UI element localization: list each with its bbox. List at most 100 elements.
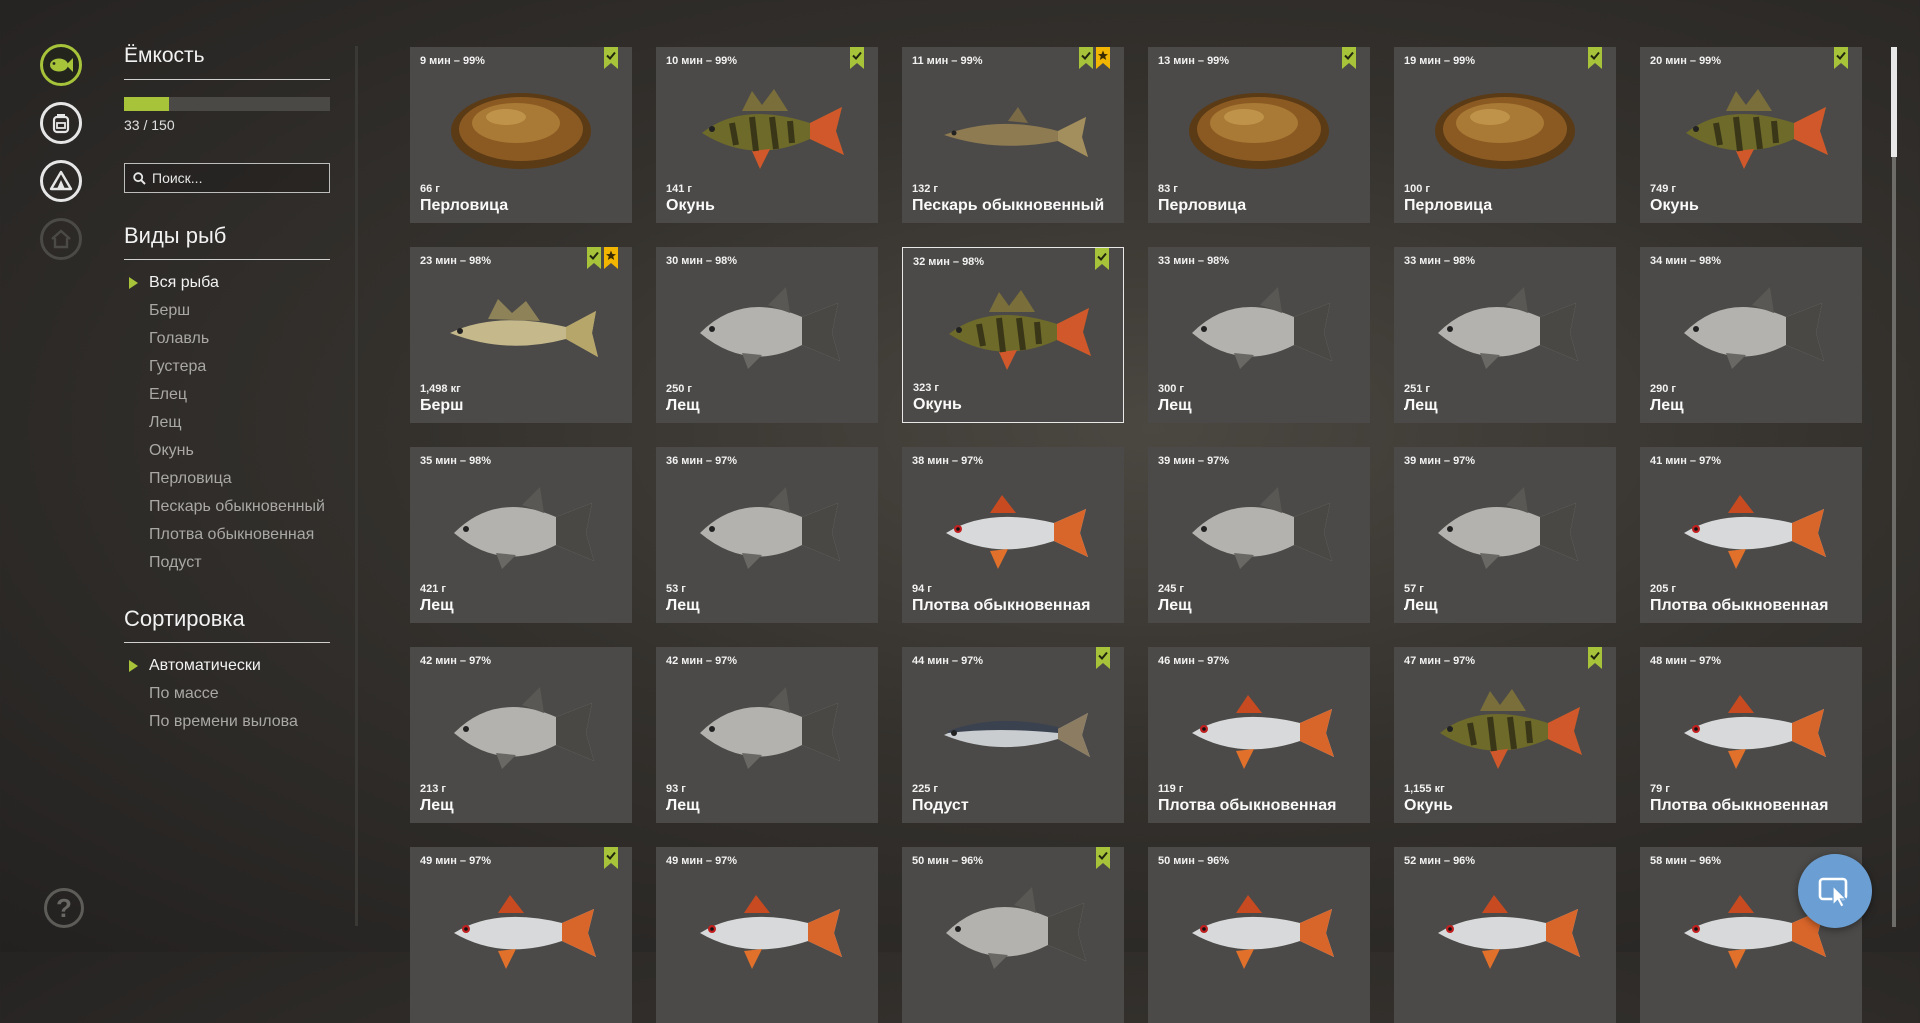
checkmark-badge-icon bbox=[1342, 47, 1356, 69]
fish-name: Плотва обыкновенная bbox=[1158, 797, 1337, 814]
fish-card[interactable]: 19 мин – 99% 100 г Перловица bbox=[1394, 47, 1616, 223]
species-filter-item[interactable]: Елец bbox=[124, 386, 330, 404]
camp-button[interactable] bbox=[40, 160, 82, 202]
checkmark-badge-icon bbox=[604, 47, 618, 69]
species-filter-item[interactable]: Окунь bbox=[124, 442, 330, 460]
bream-image bbox=[700, 287, 840, 369]
help-button[interactable]: ? bbox=[44, 888, 84, 928]
sort-option-item[interactable]: По массе bbox=[124, 685, 330, 703]
fish-badges bbox=[1588, 47, 1602, 69]
fish-weight: 132 г bbox=[912, 183, 938, 195]
catch-time-label: 39 мин – 97% bbox=[1158, 455, 1230, 467]
species-filter-item[interactable]: Берш bbox=[124, 302, 330, 320]
fish-card[interactable]: 44 мин – 97% 225 г Подуст bbox=[902, 647, 1124, 823]
fish-card[interactable]: 33 мин – 98% 300 г Лещ bbox=[1148, 247, 1370, 423]
fish-weight: 251 г bbox=[1404, 383, 1430, 395]
bream-image bbox=[1438, 287, 1578, 369]
scrollbar-thumb[interactable] bbox=[1891, 47, 1897, 157]
fish-card[interactable]: 48 мин – 97% 79 г Плотва обыкновенная bbox=[1640, 647, 1862, 823]
catch-time-label: 39 мин – 97% bbox=[1404, 455, 1476, 467]
bream-image bbox=[946, 887, 1086, 969]
question-icon: ? bbox=[56, 892, 72, 923]
fish-name: Лещ bbox=[1158, 397, 1192, 414]
species-filter-item[interactable]: Лещ bbox=[124, 414, 330, 432]
fish-mode-button[interactable] bbox=[40, 44, 82, 86]
fish-card[interactable]: 32 мин – 98% 323 г Окунь bbox=[902, 247, 1124, 423]
fish-card[interactable]: 23 мин – 98% 1,498 кг Берш bbox=[410, 247, 632, 423]
species-filter-item[interactable]: Вся рыба bbox=[124, 274, 330, 292]
species-filter-item[interactable]: Подуст bbox=[124, 554, 330, 572]
sorting-section-title: Сортировка bbox=[124, 606, 330, 643]
trophy-star-badge-icon bbox=[604, 247, 618, 269]
fish-card[interactable]: 41 мин – 97% 205 г Плотва обыкновенная bbox=[1640, 447, 1862, 623]
fish-card[interactable]: 42 мин – 97% 213 г Лещ bbox=[410, 647, 632, 823]
fish-weight: 245 г bbox=[1158, 583, 1184, 595]
tent-icon bbox=[49, 170, 73, 191]
fish-weight: 205 г bbox=[1650, 583, 1676, 595]
fish-badges bbox=[1588, 647, 1602, 669]
catch-time-label: 32 мин – 98% bbox=[913, 256, 985, 268]
inventory-button[interactable] bbox=[40, 102, 82, 144]
fish-badges bbox=[850, 47, 864, 69]
search-input[interactable] bbox=[152, 170, 312, 186]
fish-icon bbox=[50, 58, 73, 72]
fish-card[interactable]: 39 мин – 97% 57 г Лещ bbox=[1394, 447, 1616, 623]
catch-time-label: 33 мин – 98% bbox=[1404, 255, 1476, 267]
fish-card[interactable]: 46 мин – 97% 119 г Плотва обыкновенная bbox=[1148, 647, 1370, 823]
cursor-mode-button[interactable] bbox=[1798, 854, 1872, 928]
fish-card[interactable]: 50 мин – 96% bbox=[902, 847, 1124, 1023]
checkmark-badge-icon bbox=[604, 847, 618, 869]
sort-option-item[interactable]: Автоматически bbox=[124, 657, 330, 675]
fish-card[interactable]: 52 мин – 96% bbox=[1394, 847, 1616, 1023]
fish-card[interactable]: 38 мин – 97% 94 г Плотва обыкновенная bbox=[902, 447, 1124, 623]
fish-name: Плотва обыкновенная bbox=[1650, 797, 1829, 814]
fish-card[interactable]: 36 мин – 97% 53 г Лещ bbox=[656, 447, 878, 623]
species-filter-item[interactable]: Густера bbox=[124, 358, 330, 376]
fish-name: Лещ bbox=[666, 597, 700, 614]
mussel-image bbox=[1189, 93, 1329, 169]
catch-time-label: 58 мин – 96% bbox=[1650, 855, 1722, 867]
nase-image bbox=[944, 713, 1090, 757]
fish-card[interactable]: 20 мин – 99% 749 г Окунь bbox=[1640, 47, 1862, 223]
catch-time-label: 42 мин – 97% bbox=[666, 655, 738, 667]
grid-scrollbar[interactable] bbox=[1891, 47, 1897, 927]
fish-card[interactable]: 13 мин – 99% 83 г Перловица bbox=[1148, 47, 1370, 223]
fish-card[interactable]: 10 мин – 99% 141 г Окунь bbox=[656, 47, 878, 223]
fish-card[interactable]: 50 мин – 96% bbox=[1148, 847, 1370, 1023]
fish-card[interactable]: 39 мин – 97% 245 г Лещ bbox=[1148, 447, 1370, 623]
perch-image bbox=[1686, 89, 1828, 169]
species-filter-item[interactable]: Голавль bbox=[124, 330, 330, 348]
capacity-count: 33 / 150 bbox=[124, 117, 175, 133]
fish-card[interactable]: 30 мин – 98% 250 г Лещ bbox=[656, 247, 878, 423]
sort-option-item[interactable]: По времени вылова bbox=[124, 713, 330, 731]
fish-card[interactable]: 9 мин – 99% 66 г Перловица bbox=[410, 47, 632, 223]
fish-card[interactable]: 49 мин – 97% bbox=[410, 847, 632, 1023]
checkmark-badge-icon bbox=[1588, 47, 1602, 69]
fish-name: Окунь bbox=[1404, 797, 1453, 814]
fish-name: Лещ bbox=[666, 397, 700, 414]
search-box[interactable] bbox=[124, 163, 330, 193]
fish-badges bbox=[604, 847, 618, 869]
perch-image bbox=[702, 89, 844, 169]
mussel-image bbox=[451, 93, 591, 169]
fish-weight: 83 г bbox=[1158, 183, 1178, 195]
species-filter-item[interactable]: Пескарь обыкновенный bbox=[124, 498, 330, 516]
catch-time-label: 19 мин – 99% bbox=[1404, 55, 1476, 67]
zander-image bbox=[450, 299, 598, 357]
fish-card[interactable]: 49 мин – 97% bbox=[656, 847, 878, 1023]
species-filter-item[interactable]: Плотва обыкновенная bbox=[124, 526, 330, 544]
fish-card[interactable]: 33 мин – 98% 251 г Лещ bbox=[1394, 247, 1616, 423]
fish-weight: 323 г bbox=[913, 382, 939, 394]
filter-panel: Ёмкость 33 / 150 Виды рыб Вся рыба Берш Го… bbox=[124, 44, 330, 741]
fish-badges bbox=[1342, 47, 1356, 69]
catch-time-label: 33 мин – 98% bbox=[1158, 255, 1230, 267]
fish-name: Лещ bbox=[666, 797, 700, 814]
species-filter-item[interactable]: Перловица bbox=[124, 470, 330, 488]
fish-card[interactable]: 11 мин – 99% 132 г Пескарь обыкновенный bbox=[902, 47, 1124, 223]
fish-card[interactable]: 47 мин – 97% 1,155 кг Окунь bbox=[1394, 647, 1616, 823]
fish-card[interactable]: 35 мин – 98% 421 г Лещ bbox=[410, 447, 632, 623]
fish-card[interactable]: 42 мин – 97% 93 г Лещ bbox=[656, 647, 878, 823]
fish-name: Пескарь обыкновенный bbox=[912, 197, 1105, 214]
fish-card[interactable]: 34 мин – 98% 290 г Лещ bbox=[1640, 247, 1862, 423]
fish-weight: 141 г bbox=[666, 183, 692, 195]
